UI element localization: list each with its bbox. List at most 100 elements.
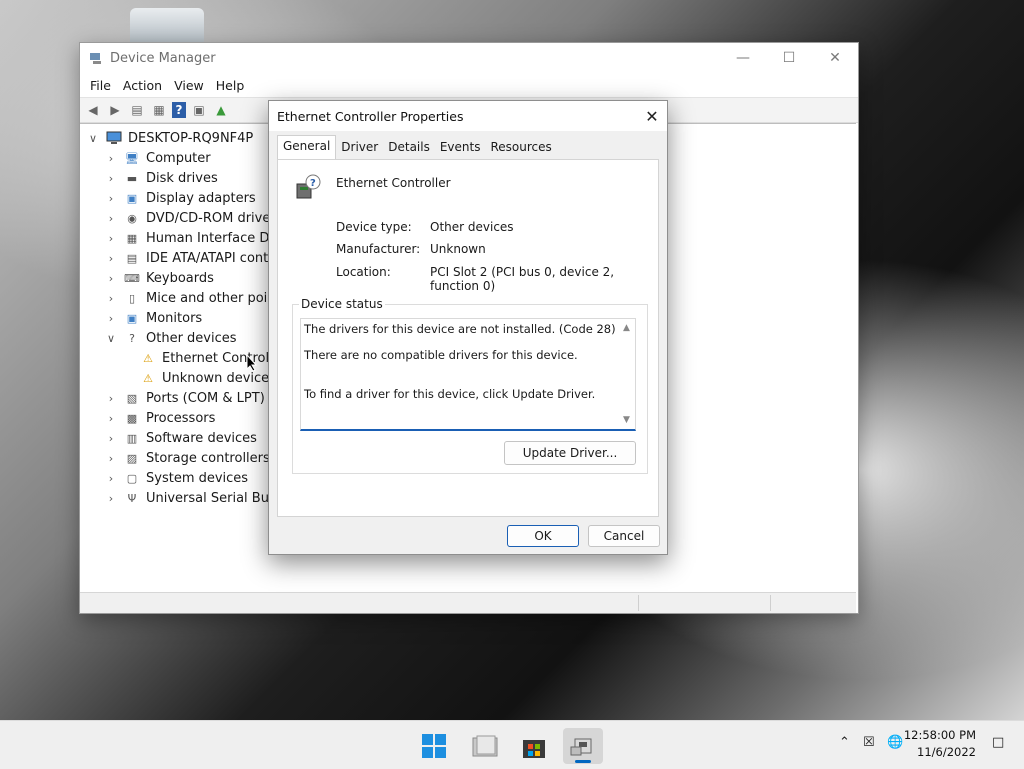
- dialog-close-button[interactable]: ✕: [637, 101, 667, 131]
- chevron-right-icon[interactable]: ›: [104, 272, 118, 285]
- folder-icon: [472, 735, 498, 757]
- file-explorer-button[interactable]: [465, 728, 505, 764]
- dvd-drive-icon: ◉: [127, 211, 137, 225]
- chevron-right-icon[interactable]: ›: [104, 412, 118, 425]
- tree-category-item[interactable]: › ▬ Disk drives: [104, 168, 218, 188]
- chevron-right-icon[interactable]: ›: [104, 472, 118, 485]
- tree-view-icon[interactable]: ▤: [128, 102, 146, 118]
- computer-icon: 🖥: [125, 151, 139, 165]
- port-icon: ▧: [126, 391, 138, 405]
- svg-text:?: ?: [310, 178, 316, 189]
- hid-icon: ▦: [126, 231, 138, 245]
- title-bar[interactable]: Device Manager — ☐ ✕: [80, 43, 858, 73]
- chevron-down-icon[interactable]: ∨: [104, 332, 118, 345]
- minimize-button[interactable]: —: [720, 43, 766, 73]
- tree-item-label: DVD/CD-ROM drives: [146, 210, 278, 226]
- device-name: Ethernet Controller: [336, 176, 451, 190]
- tree-category-item[interactable]: › ▧ Ports (COM & LPT): [104, 388, 265, 408]
- microsoft-store-button[interactable]: [514, 728, 554, 764]
- tree-root[interactable]: ∨ DESKTOP-RQ9NF4P: [86, 128, 253, 148]
- chevron-right-icon[interactable]: ›: [104, 292, 118, 305]
- tree-item-label: Processors: [146, 410, 216, 426]
- chevron-right-icon[interactable]: ›: [104, 432, 118, 445]
- tree-item-label: Storage controllers: [146, 450, 270, 466]
- tree-category-item[interactable]: › ▢ System devices: [104, 468, 248, 488]
- chevron-right-icon[interactable]: ›: [104, 152, 118, 165]
- tree-category-item[interactable]: › 🖥 Computer: [104, 148, 211, 168]
- chevron-right-icon[interactable]: ›: [104, 312, 118, 325]
- menu-file[interactable]: File: [84, 78, 117, 93]
- tree-category-item[interactable]: › ▣ Monitors: [104, 308, 202, 328]
- cancel-button[interactable]: Cancel: [588, 525, 660, 547]
- keyboard-icon: ⌨: [124, 271, 140, 285]
- status-scrollbar[interactable]: ▲ ▼: [619, 319, 635, 429]
- scroll-down-icon[interactable]: ▼: [623, 415, 630, 425]
- mouse-icon: ▯: [128, 291, 136, 305]
- scan-hardware-icon[interactable]: ▲: [212, 102, 230, 118]
- system-clock[interactable]: 12:58:00 PM 11/6/2022: [904, 727, 976, 761]
- forward-arrow-icon[interactable]: ▶: [106, 102, 124, 118]
- tree-device-item[interactable]: ⚠ Ethernet Controlle: [140, 348, 281, 368]
- tree-category-item[interactable]: › ▩ Processors: [104, 408, 216, 428]
- tab-general[interactable]: General: [277, 135, 337, 161]
- tree-category-item[interactable]: › ▣ Display adapters: [104, 188, 256, 208]
- menu-help[interactable]: Help: [210, 78, 251, 93]
- notification-icon[interactable]: □: [992, 735, 1004, 750]
- globe-icon[interactable]: 🌐: [887, 735, 903, 750]
- menu-view[interactable]: View: [168, 78, 210, 93]
- device-manager-taskbar-button[interactable]: [563, 728, 603, 764]
- start-button[interactable]: [414, 728, 454, 764]
- tree-item-label: Ethernet Controlle: [162, 350, 281, 366]
- location-value: PCI Slot 2 (PCI bus 0, device 2, functio…: [430, 265, 615, 293]
- tree-category-item[interactable]: › Ψ Universal Serial Bus co: [104, 488, 295, 508]
- tab-driver[interactable]: Driver: [336, 137, 383, 159]
- chevron-right-icon[interactable]: ›: [104, 492, 118, 505]
- tree-category-item[interactable]: › ▤ IDE ATA/ATAPI controll: [104, 248, 289, 268]
- tab-details[interactable]: Details: [383, 137, 435, 159]
- tree-category-item[interactable]: › ⌨ Keyboards: [104, 268, 214, 288]
- ok-button[interactable]: OK: [507, 525, 579, 547]
- taskbar: ⌃ ☒ 🌐 12:58:00 PM 11/6/2022 □: [0, 720, 1024, 769]
- help-icon[interactable]: ?: [172, 102, 186, 118]
- software-device-icon: ▥: [126, 431, 138, 445]
- menu-action[interactable]: Action: [117, 78, 168, 93]
- tab-events[interactable]: Events: [435, 137, 486, 159]
- device-status-textbox[interactable]: The drivers for this device are not inst…: [300, 318, 636, 431]
- storage-controller-icon: ▨: [126, 451, 138, 465]
- tree-category-item[interactable]: › ▥ Software devices: [104, 428, 257, 448]
- clock-date: 11/6/2022: [917, 745, 976, 759]
- chevron-right-icon[interactable]: ›: [104, 172, 118, 185]
- tree-category-item[interactable]: › ▨ Storage controllers: [104, 448, 270, 468]
- tree-root-label: DESKTOP-RQ9NF4P: [128, 130, 254, 146]
- dialog-title-bar[interactable]: Ethernet Controller Properties ✕: [269, 101, 667, 131]
- tab-resources[interactable]: Resources: [485, 137, 556, 159]
- chevron-right-icon[interactable]: ›: [104, 192, 118, 205]
- mouse-cursor-icon: [246, 353, 258, 375]
- chevron-right-icon[interactable]: ›: [104, 452, 118, 465]
- monitor-icon: ▣: [126, 311, 138, 325]
- chevron-right-icon[interactable]: ›: [104, 392, 118, 405]
- warning-device-icon: ⚠: [143, 351, 153, 365]
- tree-category-item[interactable]: › ▯ Mice and other pointi: [104, 288, 284, 308]
- properties-icon[interactable]: ▦: [150, 102, 168, 118]
- network-disconnected-icon[interactable]: ☒: [863, 735, 875, 750]
- status-line-1: The drivers for this device are not inst…: [304, 322, 616, 336]
- update-driver-button[interactable]: Update Driver...: [504, 441, 636, 465]
- chevron-down-icon[interactable]: ∨: [86, 132, 100, 145]
- chevron-up-icon[interactable]: ⌃: [839, 735, 850, 750]
- chevron-right-icon[interactable]: ›: [104, 232, 118, 245]
- maximize-button[interactable]: ☐: [766, 43, 812, 73]
- tree-item-label: Ports (COM & LPT): [146, 390, 265, 406]
- unknown-device-icon: ?: [294, 174, 322, 202]
- properties-dialog: Ethernet Controller Properties ✕ General…: [268, 100, 668, 555]
- device-manager-app-icon: [570, 738, 592, 756]
- window-title: Device Manager: [110, 50, 216, 66]
- scroll-up-icon[interactable]: ▲: [623, 323, 630, 333]
- close-button[interactable]: ✕: [812, 43, 858, 73]
- back-arrow-icon[interactable]: ◀: [84, 102, 102, 118]
- chevron-right-icon[interactable]: ›: [104, 252, 118, 265]
- chevron-right-icon[interactable]: ›: [104, 212, 118, 225]
- device-view-icon[interactable]: ▣: [190, 102, 208, 118]
- tree-category-item[interactable]: › ◉ DVD/CD-ROM drives: [104, 208, 277, 228]
- tree-category-item[interactable]: ∨? Other devices: [104, 328, 237, 348]
